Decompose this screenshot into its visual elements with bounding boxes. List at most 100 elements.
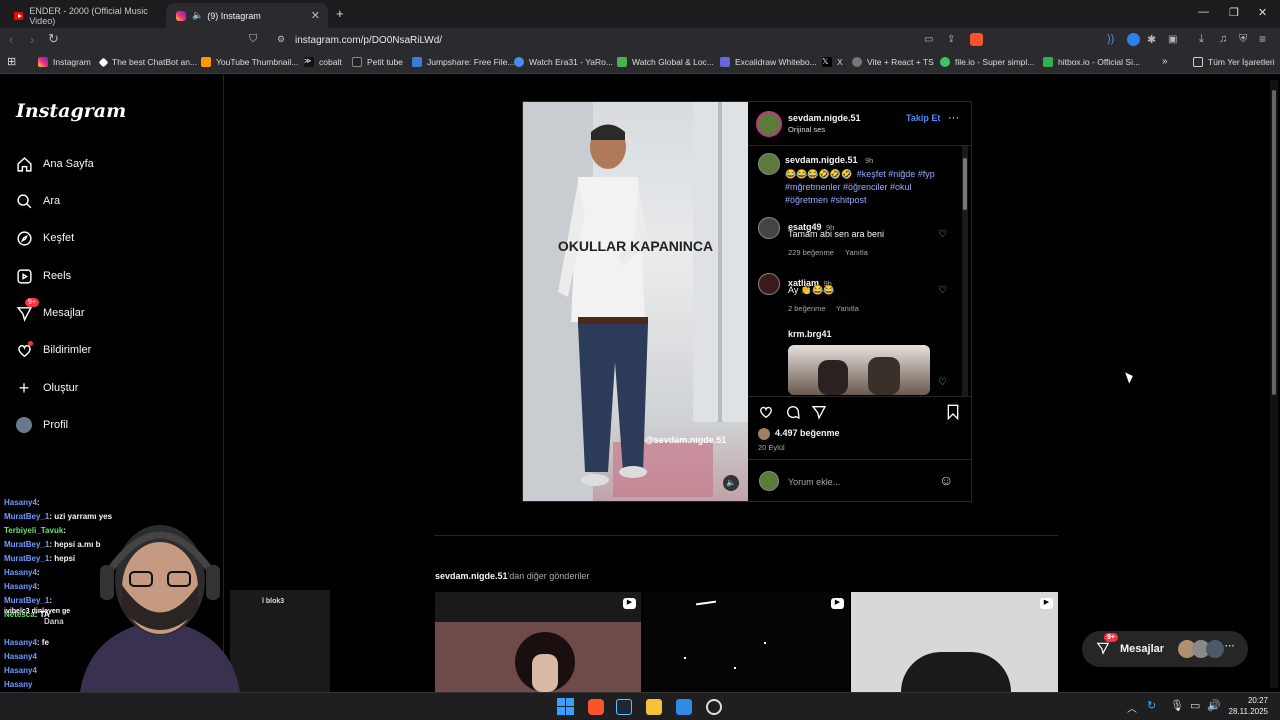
music-icon[interactable]: ♫ bbox=[1219, 33, 1227, 45]
volume-icon[interactable]: 🔈 bbox=[723, 475, 739, 491]
clock[interactable]: 20:27 28.11.2025 bbox=[1226, 695, 1268, 717]
bookmark-item[interactable]: Instagram bbox=[38, 57, 91, 67]
close-tab-icon[interactable]: ✕ bbox=[311, 9, 320, 22]
caption-user[interactable]: sevdam.nigde.51 bbox=[785, 155, 858, 165]
extensions-icon[interactable]: ✱ bbox=[1147, 33, 1156, 46]
minimize-icon[interactable]: — bbox=[1198, 6, 1209, 18]
emoji-icon[interactable]: ☺ bbox=[939, 472, 953, 488]
tray-chevron-icon[interactable]: ︿ bbox=[1127, 700, 1137, 715]
brave-shield-icon[interactable] bbox=[970, 33, 983, 46]
volume-tray-icon[interactable]: 🔊 bbox=[1207, 699, 1221, 712]
reply-button[interactable]: Yanıtla bbox=[845, 248, 868, 257]
follow-button[interactable]: Takip Et bbox=[906, 113, 940, 123]
like-comment-icon[interactable]: ♡ bbox=[938, 377, 947, 388]
post-video[interactable]: OKULLAR KAPANINCA @sevdam.nigde.51 🔈 bbox=[523, 102, 748, 501]
bookmark-item[interactable]: Watch Global & Loc... bbox=[617, 57, 714, 67]
mic-icon[interactable]: 🎙 bbox=[1170, 699, 1184, 712]
bookmark-item[interactable]: hitbox.io - Official Si... bbox=[1043, 57, 1140, 67]
sync-icon[interactable]: ↻ bbox=[1147, 699, 1156, 712]
grid-post[interactable]: ▶ bbox=[435, 592, 641, 692]
sidebar-icon[interactable]: ▣ bbox=[1168, 34, 1177, 45]
scrollbar-thumb[interactable] bbox=[963, 158, 967, 210]
nav-explore[interactable]: Keşfet bbox=[15, 229, 74, 247]
url-bar[interactable]: ⚙ instagram.com/p/DO0NsaRiLWd/ bbox=[270, 30, 990, 50]
all-bookmarks[interactable]: Tüm Yer İşaretleri bbox=[1193, 57, 1275, 67]
bookmark-item[interactable]: Petit tube bbox=[352, 57, 403, 67]
comment-likes[interactable]: 229 beğenme bbox=[788, 248, 834, 257]
more-bookmarks-icon[interactable]: » bbox=[1162, 56, 1168, 67]
speech-icon[interactable]: )) bbox=[1107, 33, 1114, 45]
page-scrollbar[interactable] bbox=[1270, 80, 1278, 688]
nav-notifications[interactable]: Bildirimler bbox=[15, 341, 91, 359]
grid-post[interactable]: ▶ bbox=[851, 592, 1058, 692]
nav-reels[interactable]: Reels bbox=[15, 267, 71, 285]
more-options-icon[interactable]: ··· bbox=[948, 112, 959, 124]
bookmark-item[interactable]: 𝕏X bbox=[822, 57, 843, 67]
nav-home[interactable]: Ana Sayfa bbox=[15, 155, 94, 173]
like-comment-icon[interactable]: ♡ bbox=[938, 285, 947, 296]
likes-count[interactable]: 4.497 beğenme bbox=[775, 428, 840, 438]
post-audio[interactable]: Orijinal ses bbox=[788, 125, 825, 134]
photos-icon[interactable] bbox=[676, 699, 692, 715]
like-comment-icon[interactable]: ♡ bbox=[938, 229, 947, 240]
messages-icon: 9+ bbox=[1096, 632, 1118, 658]
post-author[interactable]: sevdam.nigde.51 bbox=[788, 113, 861, 123]
bookmark-item[interactable]: Vite + React + TS bbox=[852, 57, 934, 67]
shield-icon[interactable]: ⛨ bbox=[1239, 33, 1247, 46]
bookmark-item[interactable]: YouTube Thumbnail... bbox=[201, 57, 298, 67]
site-settings-icon[interactable]: ⚙ bbox=[277, 34, 285, 45]
maximize-icon[interactable]: ❐ bbox=[1229, 6, 1239, 19]
caption-avatar[interactable] bbox=[758, 153, 780, 175]
new-tab-button[interactable]: + bbox=[336, 6, 344, 21]
like-icon[interactable] bbox=[758, 404, 774, 425]
bookmark-item[interactable]: Watch Era31 - YaRo... bbox=[514, 57, 613, 67]
comment-likes[interactable]: 2 beğenme bbox=[788, 304, 826, 313]
share-icon[interactable] bbox=[811, 404, 827, 425]
share-icon[interactable]: ⇪ bbox=[947, 34, 955, 45]
start-icon[interactable] bbox=[557, 698, 574, 715]
comment-avatar[interactable] bbox=[758, 217, 780, 239]
comment-user[interactable]: krm.brg41 bbox=[788, 329, 832, 339]
comments-scrollbar[interactable] bbox=[962, 146, 968, 396]
bookmark-item[interactable]: Excalidraw Whitebo... bbox=[720, 57, 817, 67]
vpn-icon[interactable] bbox=[1127, 33, 1140, 46]
instagram-logo[interactable]: Instagram bbox=[16, 100, 126, 122]
bookmark-item[interactable]: The best ChatBot an... bbox=[98, 57, 197, 67]
file-explorer-icon[interactable] bbox=[646, 699, 662, 715]
bookmark-item[interactable]: ≫ cobalt bbox=[304, 57, 342, 67]
more-posts-user[interactable]: sevdam.nigde.51 bbox=[435, 571, 508, 581]
save-icon[interactable] bbox=[946, 404, 960, 425]
messages-float-button[interactable]: 9+ Mesajlar ··· bbox=[1082, 631, 1248, 667]
reload-icon[interactable]: ↻ bbox=[48, 31, 59, 47]
speaker-icon[interactable]: 🔈 bbox=[192, 10, 203, 21]
back-icon[interactable]: ‹ bbox=[9, 32, 13, 47]
nav-search[interactable]: Ara bbox=[15, 192, 60, 210]
forward-icon[interactable]: › bbox=[30, 32, 34, 47]
comment-input[interactable]: Yorum ekle... bbox=[788, 477, 840, 487]
brave-icon[interactable] bbox=[588, 699, 604, 715]
nav-profile[interactable]: Profil bbox=[15, 416, 68, 434]
tab-youtube[interactable]: ENDER - 2000 (Official Music Video) bbox=[4, 3, 164, 28]
bookmark-item[interactable]: Jumpshare: Free File... bbox=[412, 57, 514, 67]
nav-create[interactable]: + Oluştur bbox=[15, 378, 79, 398]
obs-icon[interactable] bbox=[706, 699, 722, 715]
apps-grid-icon[interactable]: ⊞ bbox=[7, 55, 16, 68]
page-scrollbar-thumb[interactable] bbox=[1272, 90, 1276, 395]
bookmark-page-icon[interactable]: ⛉ bbox=[249, 33, 257, 46]
download-icon[interactable]: ⤓ bbox=[1199, 33, 1204, 46]
nav-messages[interactable]: 9+ Mesajlar bbox=[15, 298, 85, 322]
tab-instagram[interactable]: 🔈 (9) Instagram ✕ bbox=[166, 3, 328, 28]
steam-icon[interactable] bbox=[616, 699, 632, 715]
author-avatar[interactable] bbox=[756, 111, 782, 137]
comment-avatar[interactable] bbox=[758, 273, 780, 295]
close-window-icon[interactable]: ✕ bbox=[1258, 6, 1267, 19]
display-icon[interactable]: ▭ bbox=[1190, 699, 1200, 712]
grid-post[interactable]: ▶ bbox=[644, 592, 849, 692]
menu-icon[interactable]: ≡ bbox=[1259, 32, 1266, 46]
comment-icon[interactable] bbox=[785, 404, 801, 425]
reply-button[interactable]: Yanıtla bbox=[836, 304, 859, 313]
comment-text: Ay 👏😂😂 bbox=[788, 285, 835, 295]
bookmark-item[interactable]: file.io - Super simpl... bbox=[940, 57, 1034, 67]
cast-icon[interactable]: ▭ bbox=[924, 34, 933, 45]
comment-image[interactable] bbox=[788, 345, 930, 395]
